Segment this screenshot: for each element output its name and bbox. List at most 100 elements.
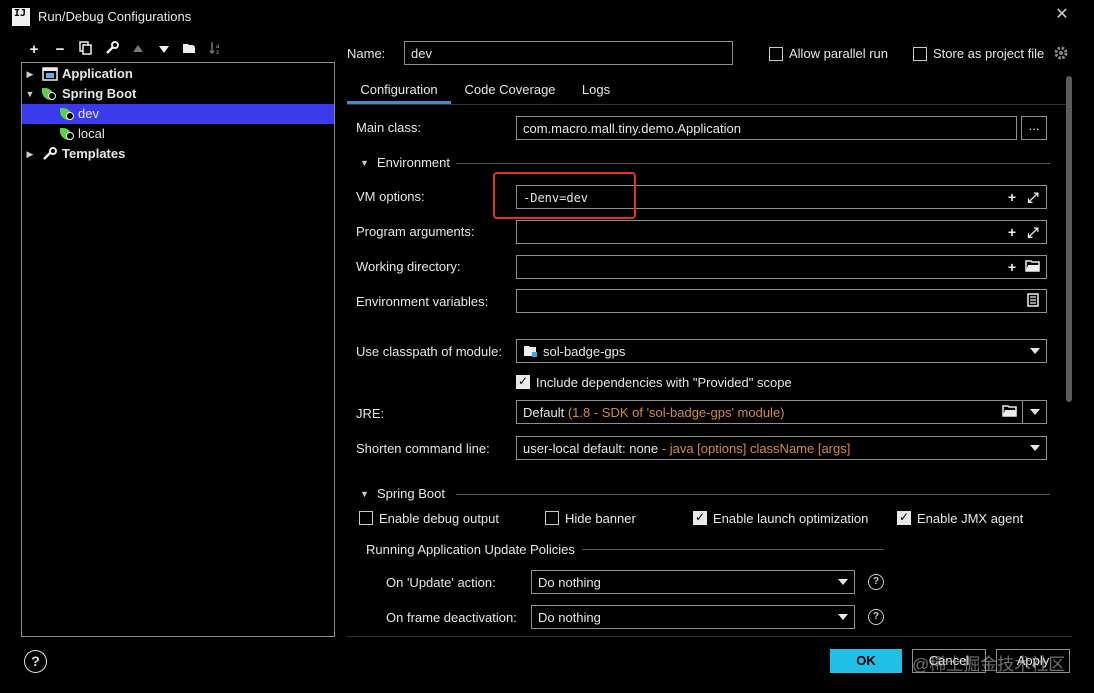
browse-button[interactable]: ... — [1021, 116, 1047, 140]
wrench-icon — [42, 147, 58, 161]
svg-text:z: z — [216, 50, 219, 55]
tree-item-spring-boot[interactable]: ▼ Spring Boot — [22, 84, 334, 104]
shorten-value-main: user-local default: none — [523, 441, 659, 456]
intellij-logo-icon: IJ — [12, 8, 30, 26]
tab-divider — [347, 104, 1072, 105]
jre-value-hint: (1.8 - SDK of 'sol-badge-gps' module) — [567, 405, 785, 420]
svg-text:+: + — [193, 43, 197, 50]
move-down-icon[interactable] — [155, 41, 173, 59]
main-class-label: Main class: — [356, 120, 422, 135]
name-input-value: dev — [411, 46, 432, 61]
sort-icon[interactable]: az — [207, 41, 225, 59]
spring-boot-divider — [456, 494, 1050, 495]
environment-section-title: Environment — [377, 155, 450, 170]
copy-icon[interactable] — [77, 41, 95, 59]
ok-button[interactable]: OK — [830, 649, 902, 673]
policies-title: Running Application Update Policies — [366, 542, 575, 557]
wrench-icon[interactable] — [103, 41, 121, 59]
add-icon[interactable]: + — [25, 41, 43, 59]
jmx-agent-label: Enable JMX agent — [917, 511, 1024, 526]
folder-icon[interactable] — [1002, 404, 1018, 420]
frame-deactivation-select[interactable]: Do nothing — [531, 605, 855, 629]
document-icon[interactable] — [1025, 293, 1041, 309]
update-action-select[interactable]: Do nothing — [531, 570, 855, 594]
folder-icon[interactable] — [1025, 259, 1041, 275]
working-dir-input[interactable]: + — [516, 255, 1047, 279]
move-up-icon[interactable] — [129, 41, 147, 59]
chevron-down-icon — [838, 614, 848, 620]
vm-options-label: VM options: — [356, 189, 425, 204]
classpath-select[interactable]: sol-badge-gps — [516, 339, 1047, 363]
include-deps-checkbox[interactable] — [516, 374, 530, 389]
allow-parallel-checkbox[interactable] — [769, 47, 783, 61]
main-class-input[interactable]: com.macro.mall.tiny.demo.Application — [516, 116, 1017, 140]
shorten-select[interactable]: user-local default: none - java [options… — [516, 436, 1047, 460]
store-project-label: Store as project file — [933, 46, 1045, 61]
close-icon[interactable]: ✕ — [1052, 5, 1072, 25]
tree-label-dev: dev — [78, 106, 99, 121]
add-icon[interactable]: + — [1004, 259, 1020, 275]
tree-label-spring-boot: Spring Boot — [62, 86, 137, 101]
program-args-input[interactable]: + ⤢ — [516, 220, 1047, 244]
tree-label-local: local — [78, 126, 105, 141]
collapse-arrow-icon[interactable]: ▼ — [24, 84, 36, 104]
update-action-label: On 'Update' action: — [386, 575, 496, 590]
shorten-value-hint: - java [options] className [args] — [661, 441, 851, 456]
expand-arrow-icon[interactable]: ▶ — [24, 64, 36, 84]
folder-add-icon[interactable]: + — [181, 41, 199, 59]
chevron-down-icon — [1030, 348, 1040, 354]
tree-item-application[interactable]: ▶ Application — [22, 64, 334, 84]
expand-arrow-icon[interactable]: ▶ — [24, 144, 36, 164]
jmx-agent-checkbox[interactable] — [897, 510, 911, 525]
jre-value: Default (1.8 - SDK of 'sol-badge-gps' mo… — [523, 405, 785, 420]
classpath-value: sol-badge-gps — [543, 344, 626, 359]
add-icon[interactable]: + — [1004, 189, 1020, 205]
module-folder-icon — [523, 344, 539, 358]
spring-boot-section-title: Spring Boot — [377, 486, 445, 501]
policies-divider — [582, 549, 884, 550]
scrollbar[interactable] — [1066, 76, 1072, 402]
environment-collapse-icon[interactable]: ▼ — [360, 158, 369, 168]
shorten-label: Shorten command line: — [356, 441, 490, 456]
program-args-label: Program arguments: — [356, 224, 475, 239]
jre-select[interactable]: Default (1.8 - SDK of 'sol-badge-gps' mo… — [516, 400, 1047, 424]
classpath-label: Use classpath of module: — [356, 344, 502, 359]
spring-boot-config-icon — [60, 107, 76, 121]
tree-item-dev[interactable]: dev — [22, 104, 334, 124]
spring-boot-icon — [42, 87, 58, 101]
spring-boot-config-icon — [60, 127, 76, 141]
hide-banner-checkbox[interactable] — [545, 511, 559, 525]
configuration-tree[interactable]: ▶ Application ▼ Spring Boot dev local ▶ … — [21, 62, 335, 637]
tree-item-local[interactable]: local — [22, 124, 334, 144]
main-class-value: com.macro.mall.tiny.demo.Application — [523, 121, 741, 136]
shorten-value: user-local default: none - java [options… — [523, 441, 850, 456]
tab-logs[interactable]: Logs — [570, 78, 622, 104]
help-button[interactable]: ? — [24, 650, 47, 673]
tree-label-templates: Templates — [62, 146, 126, 161]
help-icon[interactable]: ? — [868, 574, 884, 590]
enable-debug-checkbox[interactable] — [359, 511, 373, 525]
spring-boot-collapse-icon[interactable]: ▼ — [360, 489, 369, 499]
tree-label-application: Application — [62, 66, 133, 81]
jre-value-main: Default — [523, 405, 565, 420]
allow-parallel-label: Allow parallel run — [789, 46, 888, 61]
remove-icon[interactable]: − — [51, 41, 69, 59]
chevron-down-icon[interactable] — [1030, 409, 1040, 415]
enable-debug-label: Enable debug output — [379, 511, 499, 526]
launch-optimization-checkbox[interactable] — [693, 510, 707, 525]
expand-icon[interactable]: ⤢ — [1025, 189, 1041, 205]
chevron-down-icon — [1030, 445, 1040, 451]
tab-configuration[interactable]: Configuration — [347, 78, 451, 104]
expand-icon[interactable]: ⤢ — [1025, 224, 1041, 240]
help-icon[interactable]: ? — [868, 609, 884, 625]
env-vars-input[interactable] — [516, 289, 1047, 313]
gear-icon[interactable] — [1053, 45, 1069, 61]
store-project-checkbox[interactable] — [913, 47, 927, 61]
name-input[interactable]: dev — [404, 41, 733, 65]
chevron-down-icon — [838, 579, 848, 585]
add-icon[interactable]: + — [1004, 224, 1020, 240]
working-dir-label: Working directory: — [356, 259, 461, 274]
hide-banner-label: Hide banner — [565, 511, 636, 526]
tree-item-templates[interactable]: ▶ Templates — [22, 144, 334, 164]
tab-code-coverage[interactable]: Code Coverage — [456, 78, 564, 104]
